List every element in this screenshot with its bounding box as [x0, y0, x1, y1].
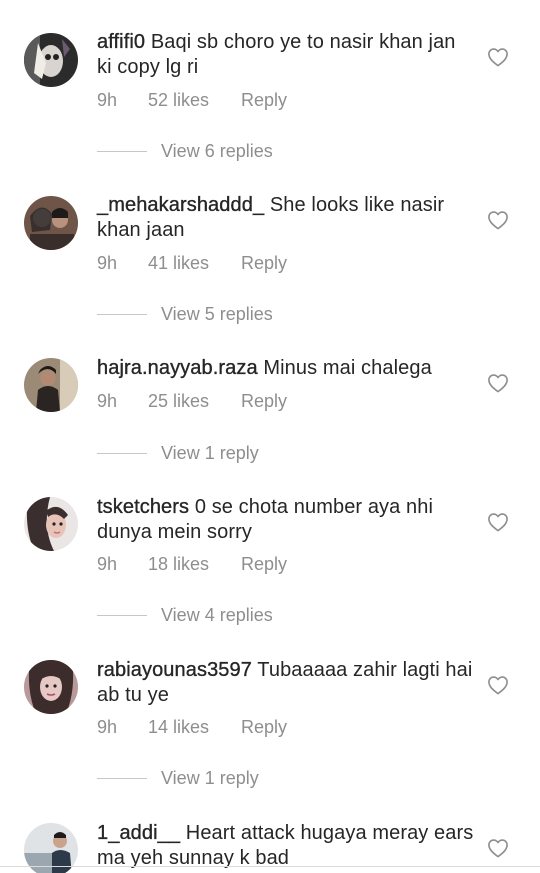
comment-item: 1_addi__ Heart attack hugaya meray ears … [0, 791, 540, 873]
avatar[interactable] [24, 497, 78, 551]
comment-likes[interactable]: 25 likes [148, 390, 209, 412]
heart-outline-icon[interactable] [487, 210, 509, 230]
view-replies-label: View 5 replies [161, 304, 273, 324]
reply-button[interactable]: Reply [241, 716, 287, 738]
reply-button[interactable]: Reply [241, 553, 287, 575]
replies-divider [97, 615, 147, 616]
comment-username[interactable]: tsketchers [97, 496, 189, 518]
view-replies-label: View 4 replies [161, 605, 273, 625]
comment-username[interactable]: rabiayounas3597 [97, 659, 252, 681]
comment-likes[interactable]: 18 likes [148, 553, 209, 575]
reply-button[interactable]: Reply [241, 390, 287, 412]
comment-time: 9h [97, 391, 118, 411]
comment-item: rabiayounas3597 Tubaaaaa zahir lagti hai… [0, 628, 540, 791]
comment-time: 9h [97, 554, 118, 574]
bottom-divider [0, 866, 540, 867]
avatar[interactable] [24, 33, 78, 87]
reply-button[interactable]: Reply [241, 89, 287, 111]
comment-body: Minus mai chalega [263, 357, 432, 379]
avatar-photo [24, 358, 78, 412]
replies-divider [97, 314, 147, 315]
avatar-photo [24, 33, 78, 87]
avatar[interactable] [24, 660, 78, 714]
avatar[interactable] [24, 358, 78, 412]
comment-item: _mehakarshaddd_ She looks like nasir kha… [0, 163, 540, 326]
reply-button[interactable]: Reply [241, 252, 287, 274]
avatar[interactable] [24, 196, 78, 250]
comment-time: 9h [97, 717, 118, 737]
view-replies-label: View 1 reply [161, 768, 259, 788]
comment-text: 1_addi__ Heart attack hugaya meray ears … [97, 821, 475, 871]
replies-divider [97, 778, 147, 779]
comment-username[interactable]: affifi0 [97, 31, 145, 53]
avatar-photo [24, 497, 78, 551]
heart-outline-icon[interactable] [487, 838, 509, 858]
heart-outline-icon[interactable] [487, 512, 509, 532]
heart-outline-icon[interactable] [487, 47, 509, 67]
view-replies-label: View 6 replies [161, 141, 273, 161]
replies-divider [97, 151, 147, 152]
comment-likes[interactable]: 41 likes [148, 252, 209, 274]
view-replies-label: View 1 reply [161, 443, 259, 463]
comment-likes[interactable]: 14 likes [148, 716, 209, 738]
comment-text: tsketchers 0 se chota number aya nhi dun… [97, 495, 475, 545]
comment-body: Baqi sb choro ye to nasir khan jan ki co… [97, 31, 456, 78]
comment-text: hajra.nayyab.raza Minus mai chalega [97, 356, 475, 381]
heart-outline-icon[interactable] [487, 373, 509, 393]
comment-text: rabiayounas3597 Tubaaaaa zahir lagti hai… [97, 658, 475, 708]
comment-item: affifi0 Baqi sb choro ye to nasir khan j… [0, 0, 540, 163]
replies-divider [97, 453, 147, 454]
comment-item: tsketchers 0 se chota number aya nhi dun… [0, 465, 540, 628]
comment-likes[interactable]: 52 likes [148, 89, 209, 111]
comment-username[interactable]: hajra.nayyab.raza [97, 357, 258, 379]
comment-time: 9h [97, 90, 118, 110]
comment-username[interactable]: 1_addi__ [97, 822, 180, 844]
comment-username[interactable]: _mehakarshaddd_ [97, 194, 264, 216]
comment-text: affifi0 Baqi sb choro ye to nasir khan j… [97, 30, 475, 80]
avatar-photo [24, 660, 78, 714]
comment-time: 9h [97, 253, 118, 273]
avatar-photo [24, 196, 78, 250]
comment-text: _mehakarshaddd_ She looks like nasir kha… [97, 193, 475, 243]
heart-outline-icon[interactable] [487, 675, 509, 695]
